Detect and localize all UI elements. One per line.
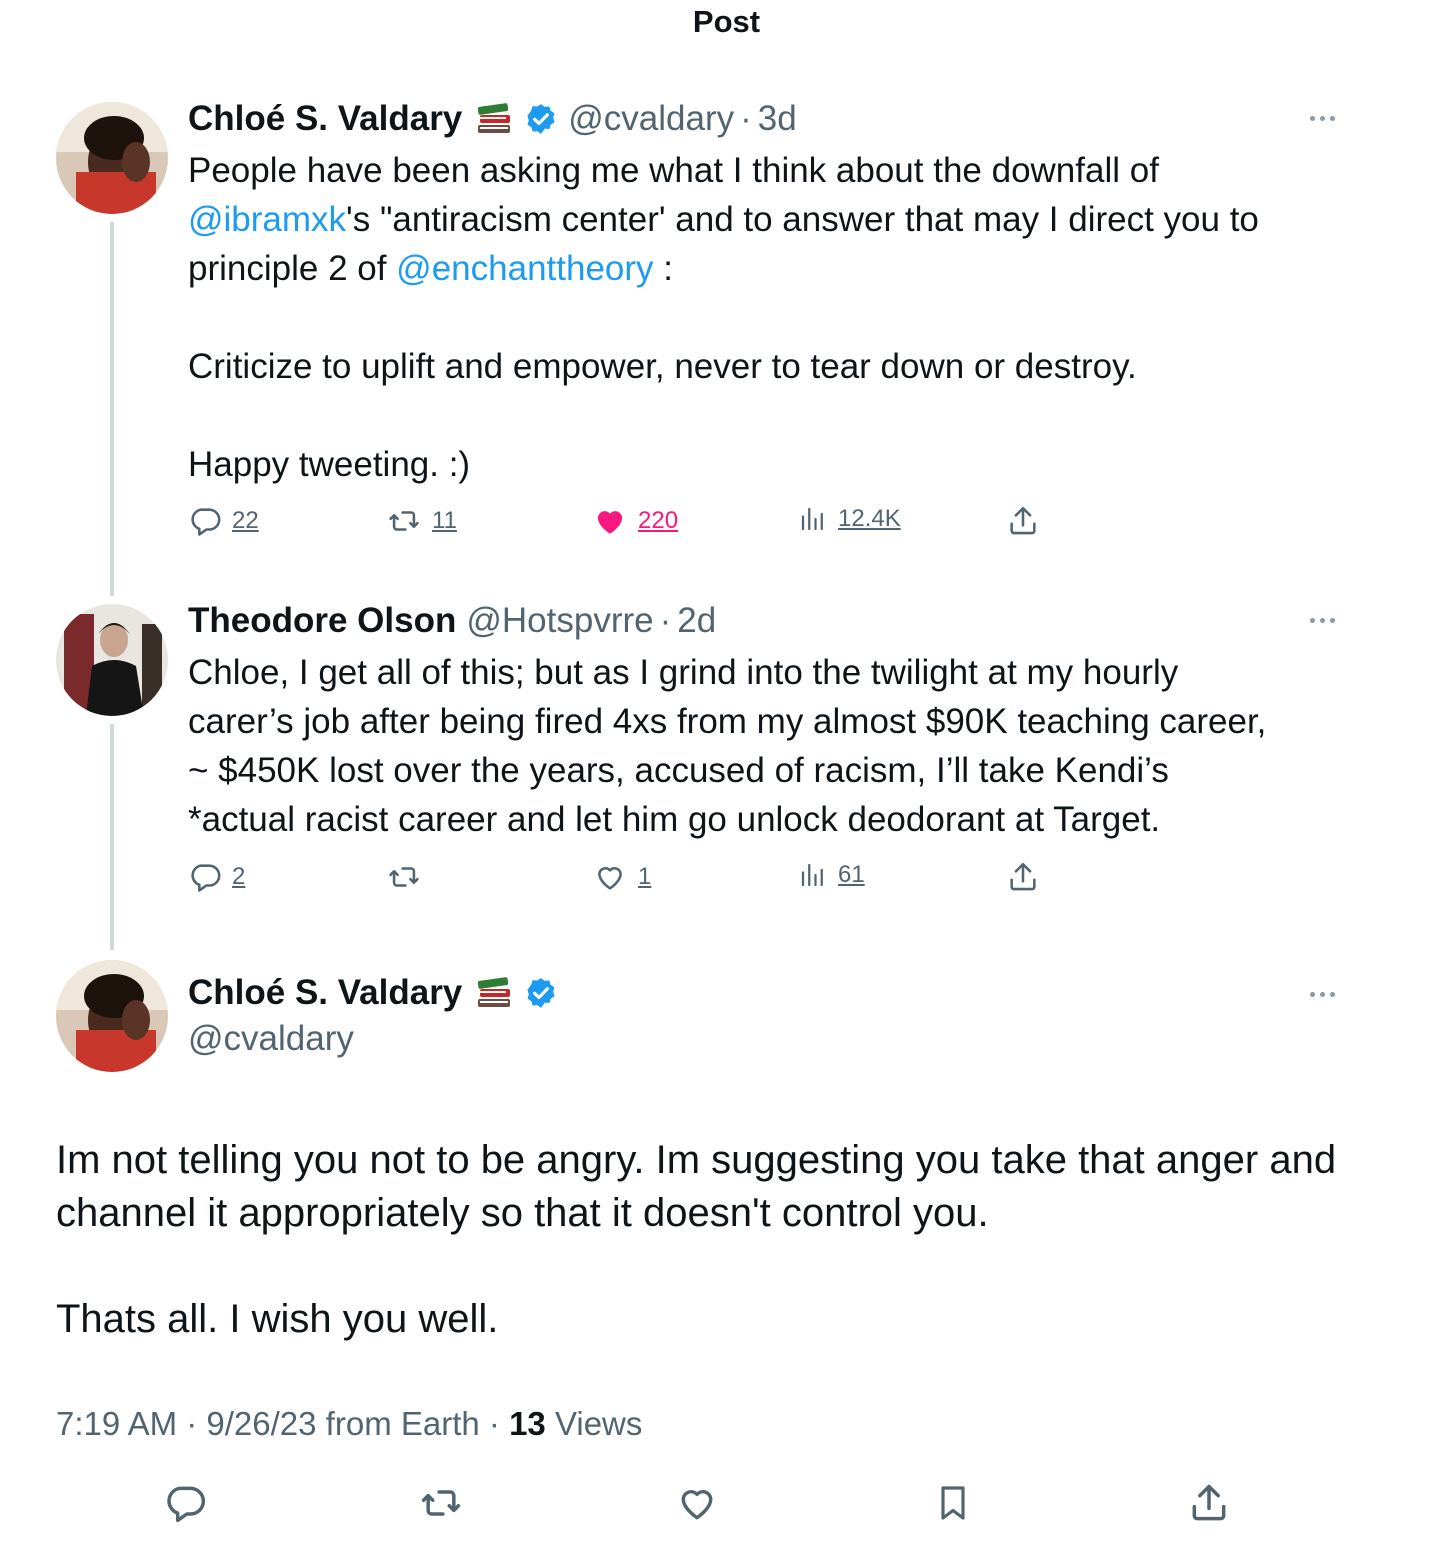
author-name[interactable]: Theodore Olson (188, 598, 456, 644)
share-icon (1006, 504, 1040, 538)
reply-button[interactable]: 22 (188, 504, 259, 538)
like-count: 220 (638, 507, 679, 534)
reply-button[interactable]: 2 (188, 860, 245, 894)
post-time[interactable]: 2d (677, 598, 716, 644)
like-button[interactable] (672, 1480, 722, 1530)
post-time[interactable]: 3d (758, 96, 797, 142)
repost-icon (386, 504, 422, 538)
views-icon (798, 860, 828, 890)
avatar[interactable] (56, 102, 168, 214)
repost-count: 11 (432, 507, 457, 534)
verified-badge-icon (524, 102, 558, 136)
heart-icon (592, 860, 628, 894)
tweet-actions: 22 11 220 12.4K (188, 504, 1088, 544)
post-action-bar (0, 1480, 1453, 1530)
mention-link[interactable]: @ibramxk (188, 200, 346, 239)
reply-count: 2 (232, 863, 246, 890)
reply-icon (188, 504, 222, 538)
post-meta: 7:19 AM · 9/26/23 from Earth · 13 Views (56, 1402, 642, 1446)
repost-button[interactable] (416, 1480, 466, 1530)
books-emoji-icon (474, 975, 514, 1011)
like-button[interactable]: 220 (592, 504, 678, 538)
verified-badge-icon (524, 976, 558, 1010)
repost-icon (418, 1481, 464, 1530)
views-count: 61 (838, 861, 865, 888)
author-handle[interactable]: @Hotspvrre (466, 598, 653, 644)
avatar[interactable] (56, 960, 168, 1072)
author-name[interactable]: Chloé S. Valdary (188, 970, 462, 1016)
share-button[interactable] (1006, 860, 1040, 894)
post-date: 9/26/23 from Earth (206, 1405, 480, 1442)
views-label: Views (545, 1405, 643, 1442)
views-icon (798, 504, 828, 534)
share-button[interactable] (1184, 1480, 1234, 1530)
like-button[interactable]: 1 (592, 860, 651, 894)
more-icon[interactable] (1300, 108, 1344, 128)
author-handle[interactable]: @cvaldary (188, 1016, 354, 1062)
reply-icon (163, 1481, 207, 1530)
heart-icon (674, 1481, 720, 1530)
tweet-body: People have been asking me what I think … (188, 146, 1338, 489)
more-icon[interactable] (1300, 984, 1344, 1004)
bookmark-icon (933, 1481, 973, 1530)
views-count: 12.4K (838, 505, 901, 532)
reply-count: 22 (232, 507, 259, 534)
repost-button[interactable] (386, 860, 432, 894)
main-post-body: Im not telling you not to be angry. Im s… (56, 1138, 1337, 1341)
separator: · (740, 99, 752, 138)
bookmark-button[interactable] (928, 1480, 978, 1530)
separator: · (177, 1405, 207, 1442)
avatar[interactable] (56, 604, 168, 716)
views-button[interactable]: 12.4K (798, 504, 901, 534)
reply-button[interactable] (160, 1480, 210, 1530)
separator: · (659, 601, 672, 640)
reply-icon (188, 860, 222, 894)
repost-button[interactable]: 11 (386, 504, 457, 538)
author-name[interactable]: Chloé S. Valdary (188, 96, 462, 142)
share-button[interactable] (1006, 504, 1040, 538)
thread-line (110, 222, 114, 596)
heart-icon (592, 504, 628, 538)
views-count[interactable]: 13 (509, 1405, 546, 1442)
author-handle[interactable]: @cvaldary (568, 96, 734, 142)
tweet-text: 's "antiracism center' and to answer tha… (188, 200, 1259, 288)
thread-line (110, 724, 114, 950)
like-count: 1 (638, 863, 652, 890)
tweet-actions: 2 1 61 (188, 860, 1088, 900)
tweet-body: Chloe, I get all of this; but as I grind… (188, 653, 1267, 839)
views-button[interactable]: 61 (798, 860, 865, 890)
repost-icon (386, 860, 422, 894)
tweet-text: People have been asking me what I think … (188, 151, 1159, 190)
share-icon (1006, 860, 1040, 894)
post-time[interactable]: 7:19 AM (56, 1405, 177, 1442)
books-emoji-icon (474, 101, 514, 137)
page-title: Post (692, 4, 761, 39)
mention-link[interactable]: @enchanttheory (396, 249, 653, 288)
more-icon[interactable] (1300, 610, 1344, 630)
separator: · (479, 1405, 510, 1442)
share-icon (1187, 1481, 1231, 1530)
